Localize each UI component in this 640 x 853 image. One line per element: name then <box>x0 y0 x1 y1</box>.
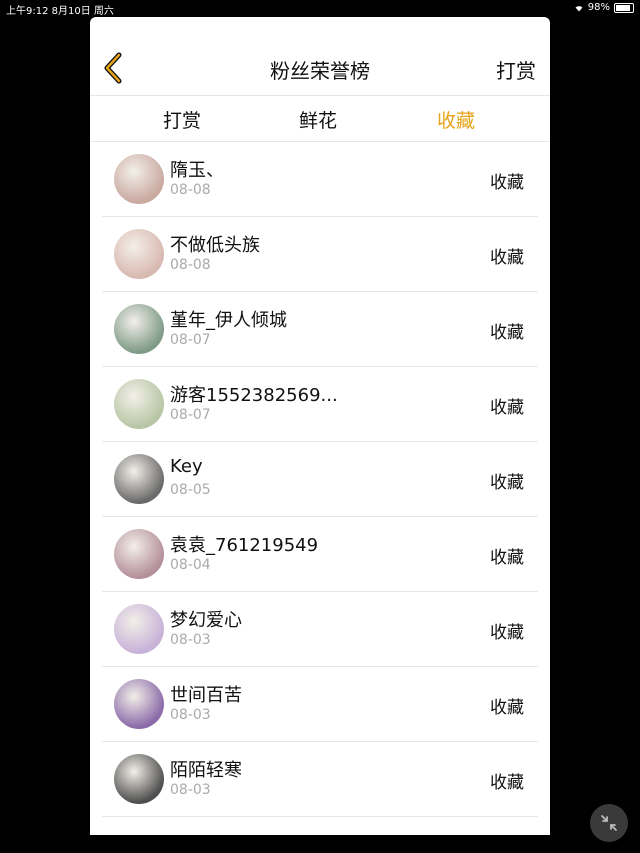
avatar <box>114 304 164 354</box>
avatar <box>114 604 164 654</box>
wifi-icon <box>575 5 583 11</box>
nav-bar: 粉丝荣誉榜 打赏 <box>90 17 550 96</box>
avatar <box>114 229 164 279</box>
action-label: 收藏 <box>490 248 524 268</box>
tab-flowers[interactable]: 鲜花 <box>278 106 358 133</box>
action-label: 收藏 <box>490 173 524 193</box>
collapse-icon <box>601 815 617 831</box>
user-name: Key <box>170 456 203 477</box>
status-time: 上午9:12 <box>6 6 49 17</box>
user-date: 08-03 <box>170 632 211 648</box>
user-date: 08-03 <box>170 707 211 723</box>
tab-tip[interactable]: 打赏 <box>142 106 222 133</box>
fans-ranking-panel: 粉丝荣誉榜 打赏 打赏 鲜花 收藏 隋玉、 08-08 收藏 不做低头族 08-… <box>90 17 550 835</box>
avatar <box>114 379 164 429</box>
action-label: 收藏 <box>490 398 524 418</box>
action-label: 收藏 <box>490 773 524 793</box>
list-item[interactable]: 不做低头族 08-08 收藏 <box>102 217 538 292</box>
user-date: 08-03 <box>170 782 211 798</box>
page-title: 粉丝荣誉榜 <box>270 59 370 83</box>
avatar <box>114 529 164 579</box>
list-item[interactable]: 隋玉、 08-08 收藏 <box>102 142 538 217</box>
battery-icon <box>614 2 634 13</box>
user-name: 隋玉、 <box>170 160 224 181</box>
user-date: 08-05 <box>170 482 211 498</box>
tab-bar: 打赏 鲜花 收藏 <box>90 96 550 142</box>
user-name: 堇年_伊人倾城 <box>170 310 287 331</box>
user-name: 梦幻爱心 <box>170 610 242 631</box>
user-date: 08-07 <box>170 332 211 348</box>
action-label: 收藏 <box>490 323 524 343</box>
status-time-date: 上午9:12 8月10日 周六 <box>6 2 114 17</box>
battery-percent: 98% <box>587 2 610 13</box>
user-date: 08-08 <box>170 257 211 273</box>
list-item[interactable]: Key 08-05 收藏 <box>102 442 538 517</box>
action-label: 收藏 <box>490 623 524 643</box>
list-item[interactable]: 梦幻爱心 08-03 收藏 <box>102 592 538 667</box>
list-item[interactable]: 世间百苦 08-03 收藏 <box>102 667 538 742</box>
list-item[interactable]: 袁袁_761219549 08-04 收藏 <box>102 517 538 592</box>
user-name: 不做低头族 <box>170 235 260 256</box>
status-right: 98% <box>574 2 634 13</box>
action-label: 收藏 <box>490 698 524 718</box>
action-label: 收藏 <box>490 548 524 568</box>
avatar <box>114 679 164 729</box>
user-name: 游客1552382569... <box>170 385 338 406</box>
user-date: 08-07 <box>170 407 211 423</box>
tip-button[interactable]: 打赏 <box>496 55 536 84</box>
tab-favorites[interactable]: 收藏 <box>416 106 496 133</box>
action-label: 收藏 <box>490 473 524 493</box>
user-date: 08-04 <box>170 557 211 573</box>
list-item[interactable]: 堇年_伊人倾城 08-07 收藏 <box>102 292 538 367</box>
user-name: 袁袁_761219549 <box>170 535 319 556</box>
avatar <box>114 754 164 804</box>
user-name: 陌陌轻寒 <box>170 760 242 781</box>
avatar <box>114 454 164 504</box>
user-name: 世间百苦 <box>170 685 242 706</box>
user-date: 08-08 <box>170 182 211 198</box>
status-bar: 上午9:12 8月10日 周六 98% <box>0 0 640 17</box>
list-item[interactable]: 陌陌轻寒 08-03 收藏 <box>102 742 538 817</box>
collapse-button[interactable] <box>590 804 628 842</box>
status-date: 8月10日 周六 <box>51 6 114 17</box>
avatar <box>114 154 164 204</box>
fans-list: 隋玉、 08-08 收藏 不做低头族 08-08 收藏 堇年_伊人倾城 08-0… <box>90 142 550 817</box>
list-item[interactable]: 游客1552382569... 08-07 收藏 <box>102 367 538 442</box>
